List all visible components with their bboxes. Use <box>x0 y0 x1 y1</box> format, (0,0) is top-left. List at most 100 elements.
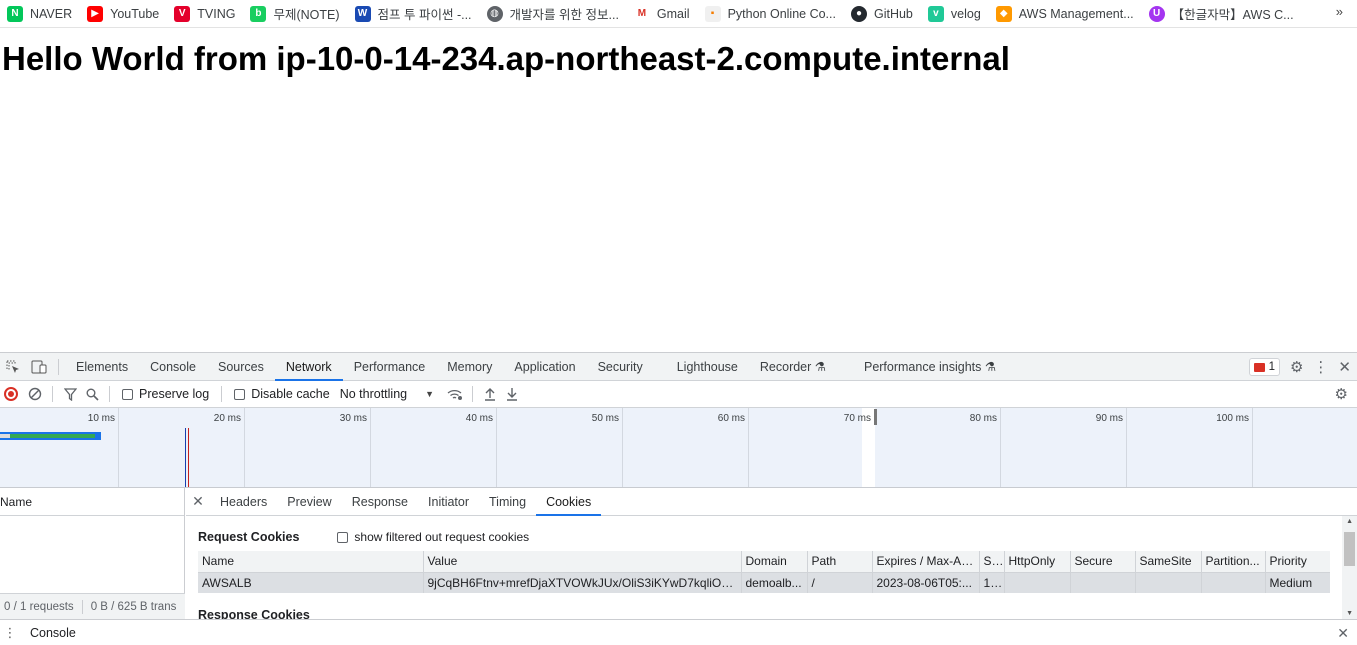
devtools-tab-console[interactable]: Console <box>139 353 207 381</box>
show-filtered-label: show filtered out request cookies <box>354 530 530 544</box>
bookmark-item[interactable]: v velog <box>921 4 989 24</box>
cookie-cell <box>1070 572 1136 593</box>
checkbox-box[interactable] <box>122 388 133 400</box>
network-settings-gear-icon[interactable]: ⚙ <box>1335 385 1348 403</box>
network-status-bar: 0 / 1 requests 0 B / 625 B trans <box>0 593 185 619</box>
search-icon[interactable] <box>81 383 103 405</box>
cookie-column-header[interactable]: S... <box>979 551 1005 573</box>
devtools-tab-bar: Elements Console Sources Network Performance… <box>0 353 1357 381</box>
network-conditions-icon[interactable] <box>444 383 466 405</box>
timeline-tick-label: 70 ms <box>843 413 871 424</box>
cookie-column-header[interactable]: Expires / Max-Age <box>872 551 980 573</box>
name-column-header[interactable]: Name <box>0 488 184 516</box>
bookmark-label: 점프 투 파이썬 -... <box>377 8 472 22</box>
devtools-tab-memory[interactable]: Memory <box>436 353 503 381</box>
bookmark-label: Gmail <box>656 6 690 21</box>
devtools-tab-lighthouse[interactable]: Lighthouse <box>666 353 749 381</box>
devtools-tab-performance-insights[interactable]: Performance insights ⚗ <box>853 353 1007 381</box>
drawer-menu-icon[interactable]: ⋮ <box>0 625 20 641</box>
cookie-column-header[interactable]: Partition... <box>1201 551 1266 573</box>
cookie-column-header[interactable]: Name <box>198 551 424 573</box>
import-har-icon[interactable] <box>479 383 501 405</box>
filter-icon[interactable] <box>59 383 81 405</box>
cookie-column-header[interactable]: Value <box>423 551 742 573</box>
scroll-up-icon[interactable]: ▲ <box>1346 518 1353 525</box>
bookmark-item[interactable]: M Gmail <box>627 4 698 24</box>
devtools-tab-network[interactable]: Network <box>274 353 343 381</box>
scrollbar-thumb[interactable] <box>1344 532 1355 566</box>
checkbox-box[interactable] <box>234 388 246 400</box>
bookmark-item[interactable]: U 【한글자막】AWS C... <box>1142 4 1302 24</box>
detail-tab-response[interactable]: Response <box>342 488 418 516</box>
bookmark-label: 개발자를 위한 정보... <box>509 8 619 22</box>
record-icon[interactable] <box>4 387 18 401</box>
network-lower-pane: Name 0 / 1 requests 0 B / 625 B trans ✕ … <box>0 488 1357 619</box>
python-online-icon: ▪ <box>704 5 721 22</box>
settings-gear-icon[interactable]: ⚙ <box>1290 358 1303 376</box>
bookmark-item[interactable]: V TVING <box>167 4 243 24</box>
bookmark-item[interactable]: ◍ 개발자를 위한 정보... <box>480 4 627 24</box>
cookie-cell: demoalb... <box>741 572 808 593</box>
bookmark-item[interactable]: ▶ YouTube <box>80 4 167 24</box>
overview-selection-handle[interactable] <box>874 409 877 425</box>
cookie-column-header[interactable]: Priority <box>1265 551 1330 573</box>
clear-icon[interactable] <box>24 383 46 405</box>
error-flag-icon <box>1253 362 1265 372</box>
devtools-tab-application[interactable]: Application <box>503 353 586 381</box>
request-cookies-header: Request Cookies show filtered out reques… <box>198 530 529 544</box>
timeline-tick-label: 60 ms <box>717 413 745 424</box>
throttling-select[interactable]: No throttling ▼ <box>340 387 434 401</box>
bookmarks-more-button[interactable]: » <box>1336 4 1343 19</box>
devtools-tab-performance[interactable]: Performance <box>343 353 437 381</box>
devtools-tab-security[interactable]: Security <box>587 353 654 381</box>
close-devtools-icon[interactable]: ✕ <box>1338 358 1351 376</box>
drawer-tab-console[interactable]: Console <box>30 626 76 640</box>
bookmark-label: velog <box>950 6 981 21</box>
request-download-bar <box>8 434 95 438</box>
response-cookies-title: Response Cookies <box>198 608 310 619</box>
network-overview-timeline[interactable]: 10 ms 20 ms 30 ms 40 ms 50 ms 60 ms 70 ms 80 ms… <box>0 408 1357 488</box>
devtools-tabs: Elements Console Sources Network Performance… <box>65 353 1007 381</box>
close-detail-icon[interactable]: ✕ <box>186 493 210 510</box>
load-event-marker <box>188 428 189 487</box>
show-filtered-cookies-checkbox[interactable]: show filtered out request cookies <box>337 530 529 544</box>
network-toolbar: Preserve log Disable cache No throttling… <box>0 381 1357 408</box>
error-count-badge[interactable]: 1 <box>1248 358 1280 376</box>
inspect-element-icon[interactable] <box>0 354 26 380</box>
more-options-icon[interactable]: ⋮ <box>1313 358 1328 376</box>
timeline-gridline <box>370 408 371 487</box>
cookie-row[interactable]: AWSALB 9jCqBH6Ftnv+mrefDjaXTVOWkJUx/OliS3… <box>198 572 1330 593</box>
bookmark-item[interactable]: ● GitHub <box>844 4 921 24</box>
detail-scrollbar[interactable]: ▲ ▼ <box>1342 516 1357 619</box>
detail-tab-headers[interactable]: Headers <box>210 488 277 516</box>
detail-tab-preview[interactable]: Preview <box>277 488 341 516</box>
devtools-tab-elements[interactable]: Elements <box>65 353 139 381</box>
preserve-log-label: Preserve log <box>139 387 210 401</box>
bookmark-item[interactable]: W 점프 투 파이썬 -... <box>348 4 480 24</box>
devtools-tab-sources[interactable]: Sources <box>207 353 275 381</box>
cookie-column-header[interactable]: HttpOnly <box>1004 551 1071 573</box>
device-toolbar-icon[interactable] <box>26 354 52 380</box>
bookmark-item[interactable]: N NAVER <box>0 4 80 24</box>
checkbox-box[interactable] <box>337 531 349 543</box>
devtools-tab-recorder[interactable]: Recorder ⚗ <box>749 353 837 381</box>
bookmark-item[interactable]: ▪ Python Online Co... <box>698 4 844 24</box>
preserve-log-checkbox[interactable]: Preserve log <box>122 387 209 401</box>
bookmark-item[interactable]: b 무제(NOTE) <box>243 4 347 24</box>
detail-tab-cookies[interactable]: Cookies <box>536 488 602 516</box>
detail-tab-timing[interactable]: Timing <box>479 488 536 516</box>
disable-cache-checkbox[interactable]: Disable cache <box>234 387 330 401</box>
cookie-column-header[interactable]: Path <box>807 551 873 573</box>
bookmark-label: AWS Management... <box>1018 6 1134 21</box>
timeline-tick-label: 30 ms <box>339 413 367 424</box>
cookie-column-header[interactable]: SameSite <box>1135 551 1202 573</box>
timeline-gridline <box>496 408 497 487</box>
detail-tab-initiator[interactable]: Initiator <box>418 488 479 516</box>
cookie-column-header[interactable]: Domain <box>741 551 808 573</box>
bookmark-item[interactable]: ◆ AWS Management... <box>989 4 1142 24</box>
scroll-down-icon[interactable]: ▼ <box>1346 610 1353 617</box>
cookie-column-header[interactable]: Secure <box>1070 551 1136 573</box>
export-har-icon[interactable] <box>501 383 523 405</box>
close-drawer-icon[interactable]: ✕ <box>1337 625 1349 642</box>
timeline-tick-label: 90 ms <box>1095 413 1123 424</box>
